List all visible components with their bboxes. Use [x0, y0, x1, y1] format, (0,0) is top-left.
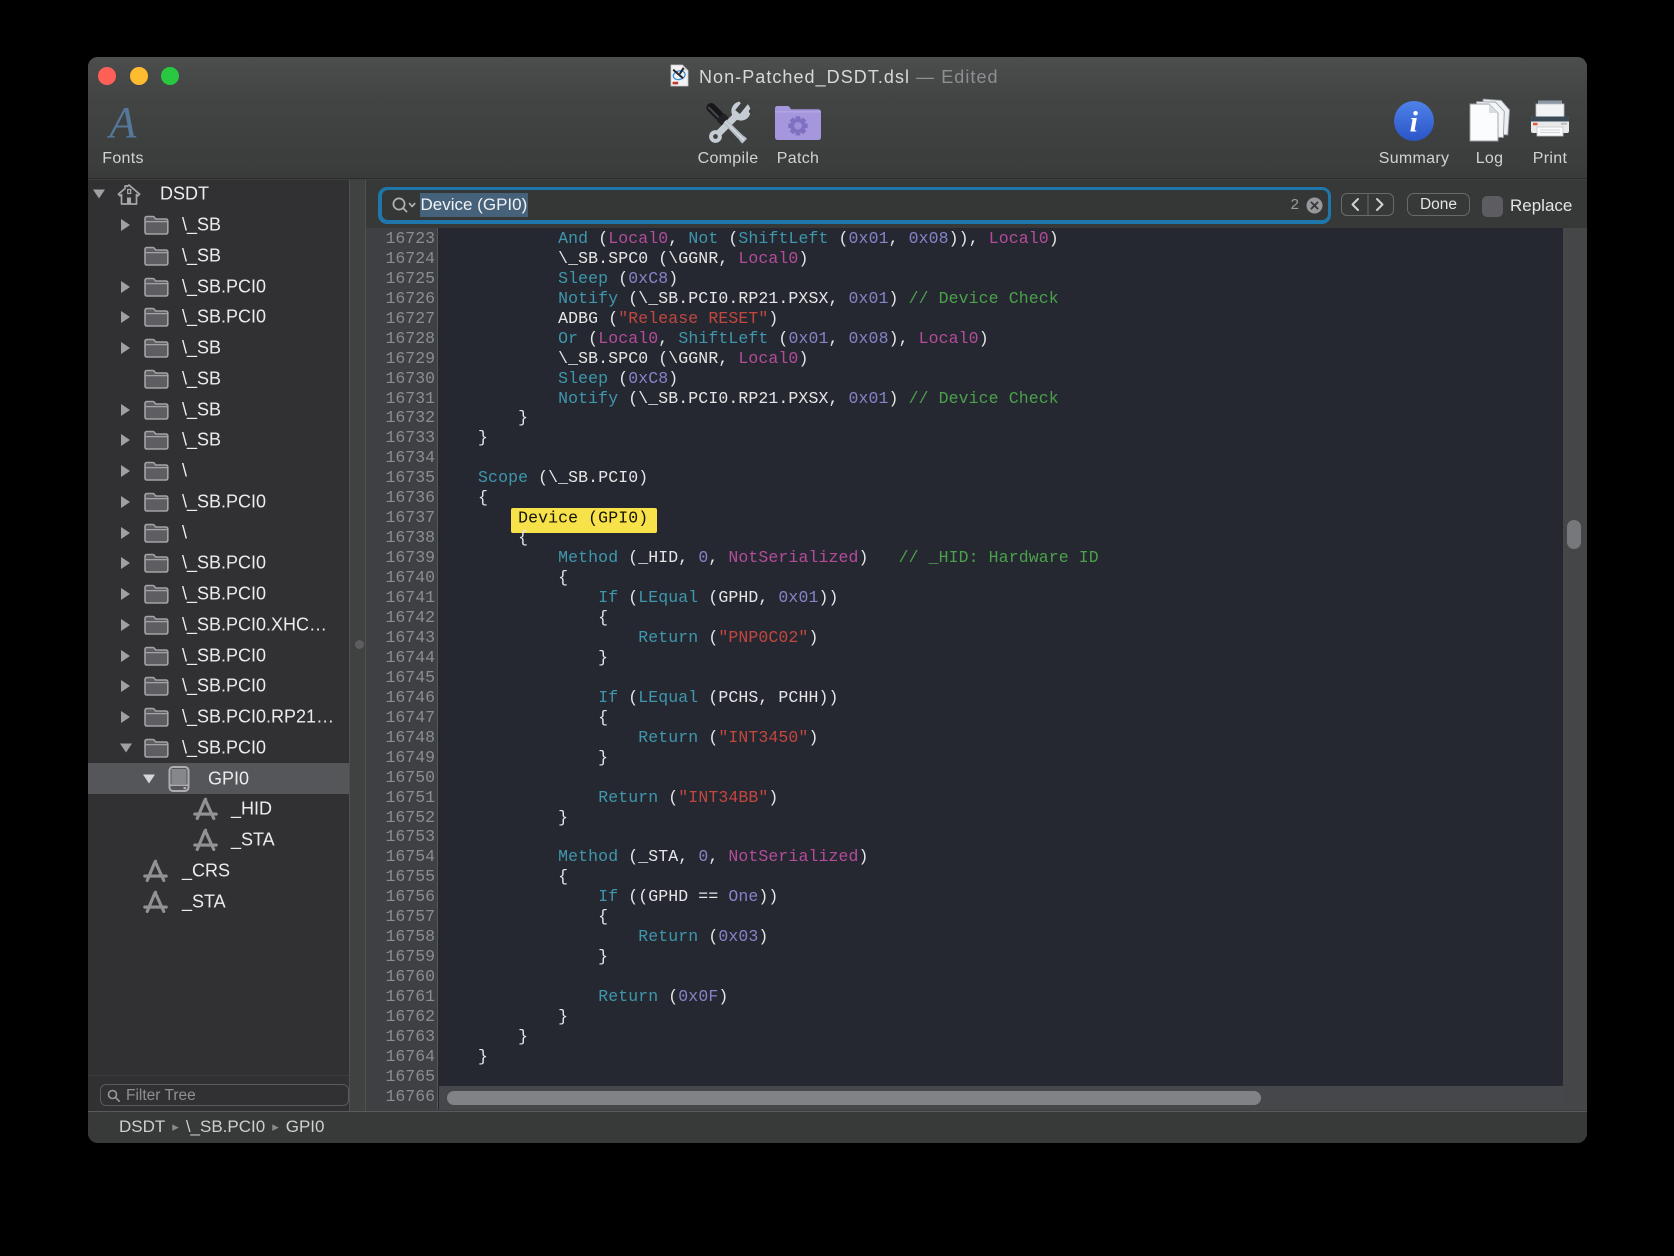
- svg-text:i: i: [1410, 106, 1419, 139]
